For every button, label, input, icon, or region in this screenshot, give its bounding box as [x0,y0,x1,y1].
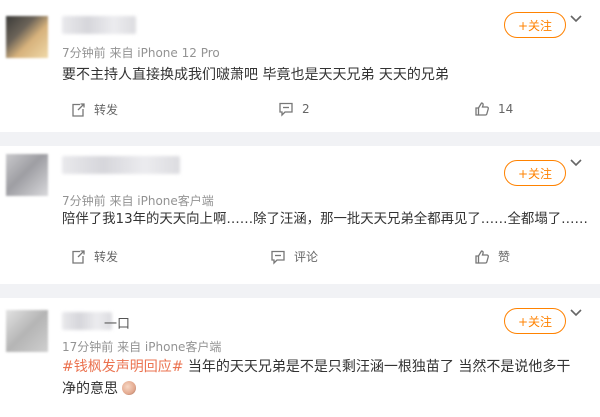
follow-label: +关注 [517,166,553,181]
repost-label: 转发 [94,250,119,264]
post-1: 7分钟前 来自 iPhone 12 Pro +关注 要不主持人直接换成我们啵萧吧… [0,0,600,132]
action-bar: 转发 2 14 [0,101,600,123]
post-source: 来自 iPhone客户端 [109,194,214,208]
post-meta: 7分钟前 来自 iPhone 12 Pro [62,44,220,61]
follow-label: +关注 [517,314,553,329]
like-button[interactable]: 14 [474,101,513,117]
username-blurred[interactable] [62,156,180,174]
follow-button[interactable]: +关注 [504,308,566,334]
like-button[interactable]: 赞 [474,248,510,265]
follow-button[interactable]: +关注 [504,160,566,186]
chevron-down-icon[interactable] [568,154,584,170]
repost-button[interactable]: 转发 [70,101,118,118]
post-meta: 7分钟前 来自 iPhone客户端 [62,192,214,209]
repost-label: 转发 [94,103,119,117]
avatar[interactable] [6,154,48,196]
comment-button[interactable]: 评论 [270,248,318,265]
post-content: #钱枫发声明回应# 当年的天天兄弟是不是只剩汪涵一根独苗了 当然不是说他多干净的… [62,356,580,400]
comment-label: 评论 [294,250,319,264]
follow-label: +关注 [517,18,553,33]
post-time: 7分钟前 [62,46,106,60]
repost-icon [72,102,85,117]
chevron-down-icon[interactable] [568,10,584,26]
thumbs-up-icon [475,249,489,264]
post-separator [0,284,600,298]
username-visible-part[interactable]: 一口 [104,313,130,332]
post-separator [0,132,600,146]
repost-button[interactable]: 转发 [70,248,118,265]
like-label: 赞 [498,250,511,264]
avatar[interactable] [6,310,48,352]
topic-hashtag[interactable]: #钱枫发声明回应# [62,359,183,375]
like-count: 14 [498,102,514,116]
username-blurred[interactable] [62,16,136,34]
comment-icon [271,250,285,265]
follow-button[interactable]: +关注 [504,12,566,38]
post-source: 来自 iPhone客户端 [117,340,222,354]
post-2: 7分钟前 来自 iPhone客户端 +关注 陪伴了我13年的天天向上啊……除了汪… [0,146,600,284]
post-source: 来自 iPhone 12 Pro [109,46,220,60]
thumbs-up-icon [475,102,489,116]
post-content: 要不主持人直接换成我们啵萧吧 毕竟也是天天兄弟 天天的兄弟 [62,67,449,83]
avatar[interactable] [6,16,48,58]
post-time: 7分钟前 [62,194,106,208]
chevron-down-icon[interactable] [568,304,584,320]
repost-icon [72,249,85,264]
post-time: 17分钟前 [62,340,114,354]
post-3: 一口 17分钟前 来自 iPhone客户端 +关注 #钱枫发声明回应# 当年的天… [0,298,600,417]
comment-button[interactable]: 2 [278,101,310,117]
post-meta: 17分钟前 来自 iPhone客户端 [62,338,221,355]
emoji-face-icon [122,381,137,395]
post-content: 陪伴了我13年的天天向上啊……除了汪涵，那一批天天兄弟全都再见了……全都塌了…… [62,212,588,227]
comment-count: 2 [302,102,310,116]
comment-icon [279,102,293,117]
action-bar: 转发 评论 赞 [0,248,600,270]
